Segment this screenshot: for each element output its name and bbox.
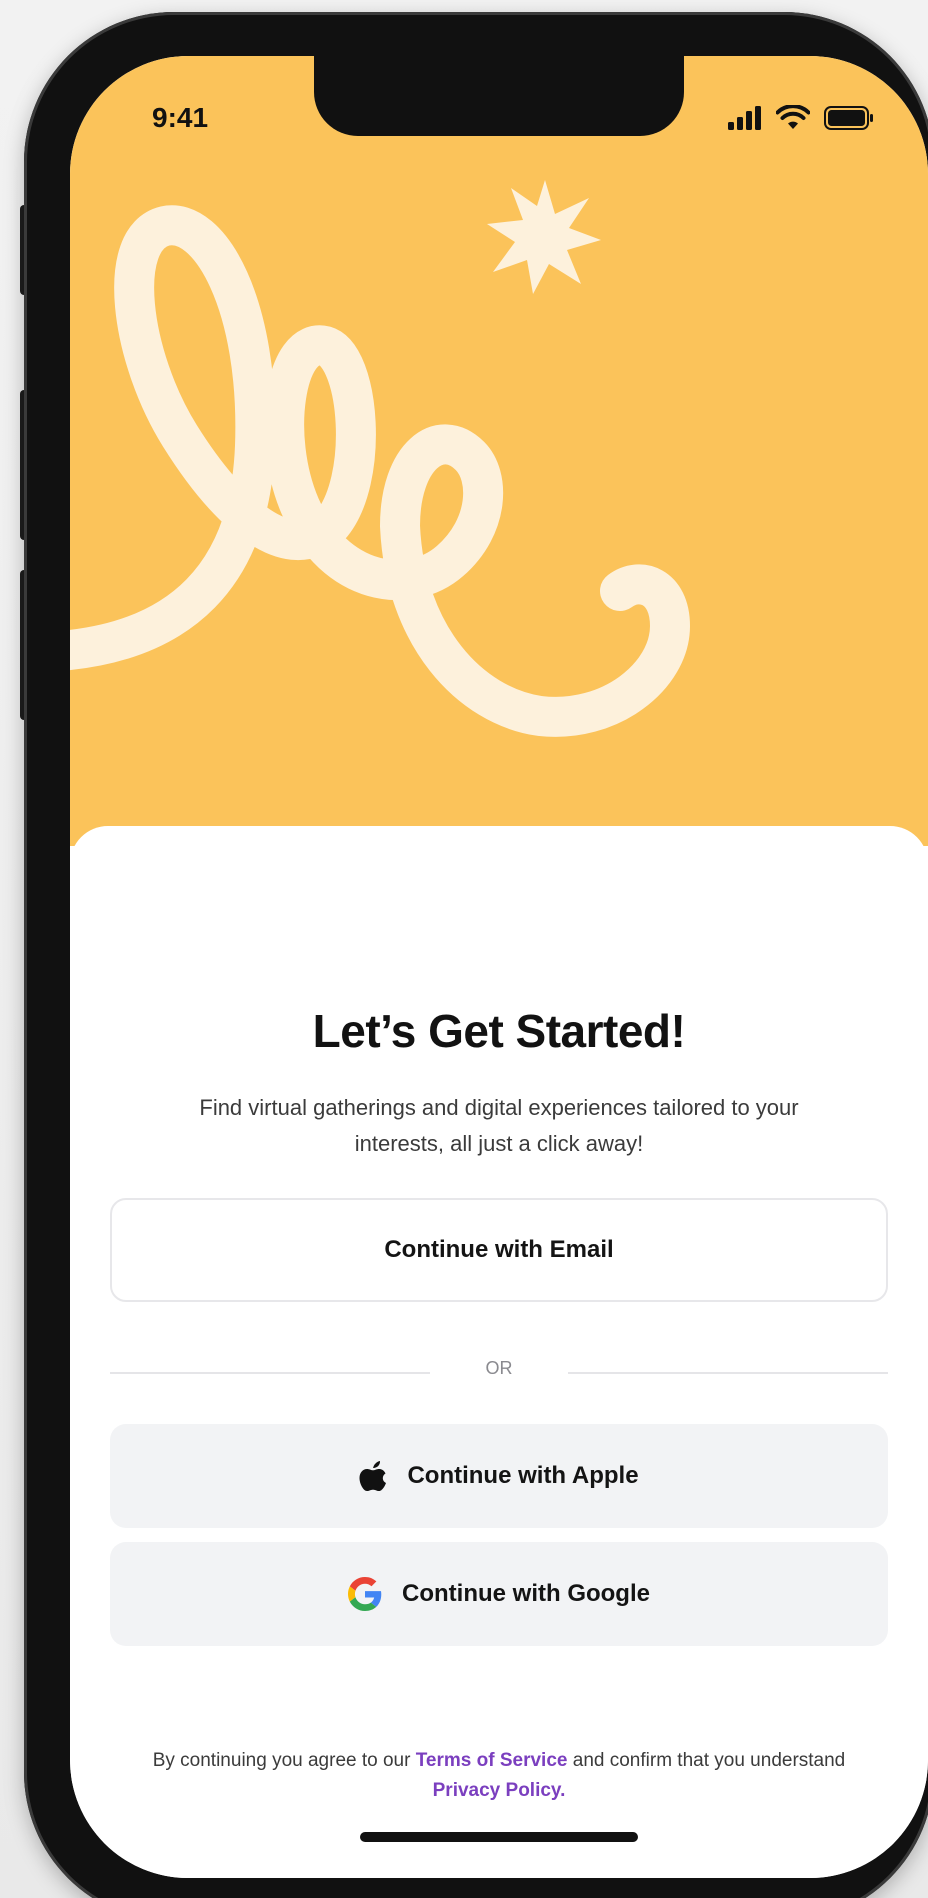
continue-with-email-label: Continue with Email [384, 1236, 614, 1263]
continue-with-email-button[interactable]: Continue with Email [110, 1198, 888, 1302]
divider-label: OR [485, 1358, 513, 1378]
legal-prefix: By continuing you agree to our [152, 1750, 411, 1771]
continue-with-apple-label: Continue with Apple [407, 1462, 639, 1489]
legal-notice: By continuing you agree to our Terms of … [140, 1746, 858, 1806]
onboarding-sheet: Let’s Get Started! Find virtual gatherin… [70, 826, 928, 1878]
battery-icon [824, 106, 873, 130]
apple-logo-icon [359, 1461, 387, 1491]
continue-with-apple-button[interactable]: Continue with Apple [110, 1424, 888, 1528]
privacy-policy-link[interactable]: Privacy Policy. [433, 1780, 566, 1801]
phone-screen: 9:41 Let’s Get Started! Find virtual gat… [70, 56, 928, 1878]
divider-line-right [568, 1372, 888, 1374]
status-icons [728, 102, 874, 134]
google-logo-icon [348, 1577, 382, 1611]
continue-with-google-button[interactable]: Continue with Google [110, 1542, 888, 1646]
legal-middle: and confirm that you understand [572, 1750, 846, 1771]
page-title: Let’s Get Started! [312, 1005, 686, 1057]
wifi-icon [776, 105, 810, 129]
loop-scribble-illustration [70, 205, 690, 737]
star-burst-icon [487, 180, 601, 294]
hero-banner [70, 56, 928, 846]
device-stage: 9:41 Let’s Get Started! Find virtual gat… [0, 0, 928, 1898]
page-subtitle: Find virtual gatherings and digital expe… [199, 1095, 799, 1156]
cellular-signal-icon [728, 106, 761, 130]
notch [314, 56, 684, 136]
home-indicator[interactable] [360, 1832, 638, 1842]
continue-with-google-label: Continue with Google [402, 1580, 650, 1607]
or-divider: OR [110, 1358, 888, 1388]
phone-frame: 9:41 Let’s Get Started! Find virtual gat… [24, 12, 928, 1898]
terms-of-service-link[interactable]: Terms of Service [416, 1750, 568, 1771]
status-time: 9:41 [152, 102, 209, 133]
